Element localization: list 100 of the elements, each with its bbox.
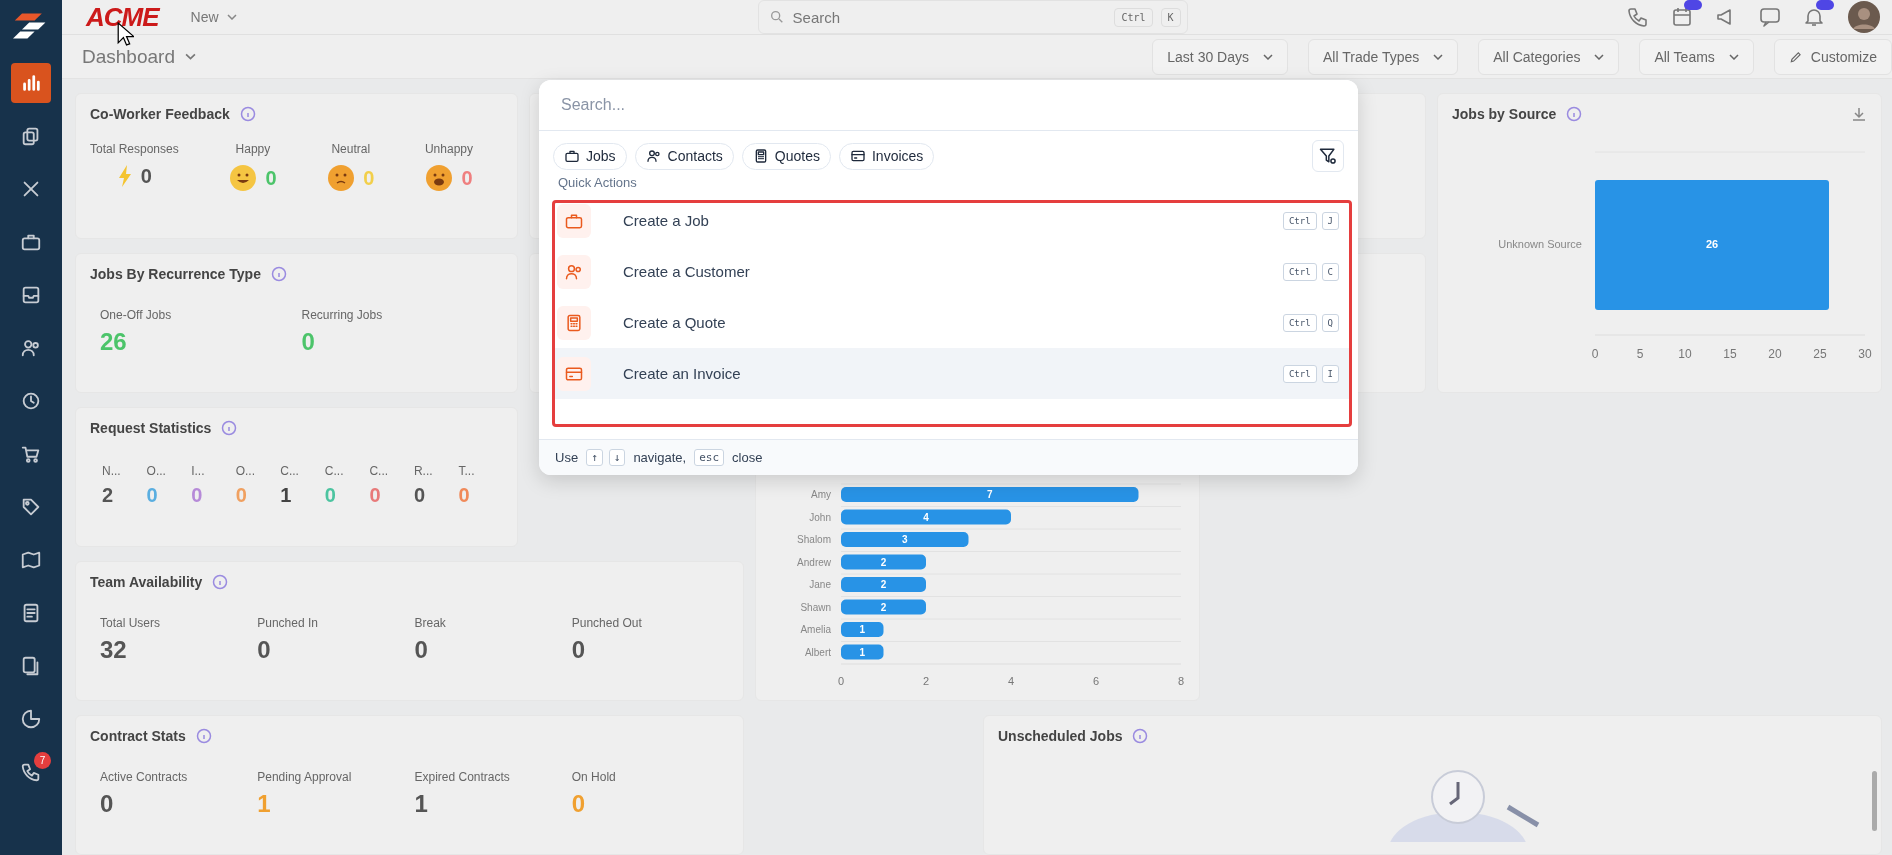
bar[interactable] <box>841 644 884 660</box>
tick-label: 4 <box>1007 675 1015 687</box>
card-title: Team Availability <box>90 574 203 590</box>
bar[interactable] <box>841 577 926 592</box>
data-label: 2 <box>880 579 887 590</box>
quick-action[interactable]: Create an Invoice Ctrl I <box>555 348 1349 399</box>
stat-label: Total Responses <box>90 142 179 156</box>
stat-label: Break <box>414 616 447 630</box>
shortcut-key: Ctrl <box>1282 262 1317 281</box>
users-icon <box>645 148 662 164</box>
filter-settings-button[interactable] <box>1312 140 1344 172</box>
stat-label: C... <box>280 464 300 478</box>
bar[interactable] <box>841 554 926 570</box>
axis-label: Shawn <box>800 601 831 613</box>
tick-label: 5 <box>1636 347 1644 361</box>
tick-label: 2 <box>922 675 930 687</box>
chat-icon[interactable] <box>1758 5 1782 29</box>
tick-label: 15 <box>1723 347 1737 361</box>
bar[interactable] <box>841 532 969 547</box>
stat-label: Pending Approval <box>257 770 353 784</box>
download-icon[interactable] <box>1851 106 1867 122</box>
filter-dropdown[interactable]: Last 30 Days <box>1152 38 1288 75</box>
data-label: 7 <box>986 489 993 500</box>
info-icon[interactable] <box>1132 728 1149 744</box>
users-icon <box>20 337 42 359</box>
info-icon[interactable] <box>239 106 256 122</box>
tick-label: 0 <box>1591 347 1599 361</box>
stat-label: Unhappy <box>424 142 473 156</box>
sidebar-item[interactable]: 7 <box>11 752 51 792</box>
info-icon[interactable] <box>270 266 287 282</box>
info-icon[interactable] <box>1566 106 1583 122</box>
info-icon[interactable] <box>212 574 229 590</box>
customize-button[interactable]: Customize <box>1773 38 1892 75</box>
filter-chip[interactable]: Quotes <box>741 142 831 170</box>
briefcase-icon <box>557 203 591 238</box>
stat-label: N... <box>102 464 122 478</box>
stat-value: 0 <box>146 484 159 507</box>
clock-icon <box>20 390 42 412</box>
data-label: 1 <box>859 646 866 658</box>
stat-label: Happy <box>235 142 271 156</box>
stat-value: 0 <box>265 166 277 190</box>
bar[interactable] <box>841 622 884 637</box>
data-label: 1 <box>859 624 866 635</box>
stat-label: Punched Out <box>571 616 643 630</box>
bar[interactable] <box>841 599 926 615</box>
brand-logo[interactable]: ACME <box>86 1 159 33</box>
stat-value: 0 <box>458 484 471 507</box>
filter-chip[interactable]: Jobs <box>553 142 627 170</box>
tag-icon <box>20 496 42 518</box>
info-icon[interactable] <box>195 728 212 744</box>
quick-action[interactable]: Create a Customer Ctrl C <box>555 246 1349 297</box>
hint-text: close <box>732 450 763 465</box>
filter-chip[interactable]: Invoices <box>838 142 935 170</box>
lightning-icon <box>116 164 133 188</box>
stat-value: 0 <box>257 636 272 664</box>
filter-chip[interactable]: Contacts <box>634 142 734 170</box>
stat-value: 0 <box>140 164 152 188</box>
phone-icon[interactable] <box>1626 5 1650 29</box>
stat-value: 0 <box>369 484 382 507</box>
avatar[interactable] <box>1848 1 1880 33</box>
shortcut-key: Ctrl <box>1282 364 1317 383</box>
calendar-icon[interactable] <box>1670 5 1694 29</box>
search-field[interactable]: Search... <box>539 80 1358 131</box>
stat-value: 26 <box>100 328 128 356</box>
stat-value: 1 <box>414 790 429 818</box>
tick-label: 30 <box>1858 347 1872 361</box>
axis-label: Albert <box>804 646 831 658</box>
tick-label: 25 <box>1813 347 1827 361</box>
stat-label: Active Contracts <box>100 770 189 784</box>
quick-action[interactable]: Create a Job Ctrl J <box>555 203 1349 246</box>
sidebar-item[interactable] <box>11 63 51 103</box>
quick-action[interactable]: Create a Quote Ctrl Q <box>555 297 1349 348</box>
axis-label: Unknown Source <box>1498 238 1582 250</box>
stat-label: Total Users <box>100 616 162 630</box>
chevron-icon <box>1433 53 1444 60</box>
search-field[interactable]: Search Ctrl K <box>757 0 1188 34</box>
shortcut-key: J <box>1321 211 1339 230</box>
shortcut-key: Ctrl <box>1282 211 1317 230</box>
axis-label: Jane <box>809 579 831 590</box>
stat-value: 0 <box>324 484 337 507</box>
shortcut-key: C <box>1321 262 1339 281</box>
stat-label: One-Off Jobs <box>100 308 173 322</box>
stat-value: 0 <box>414 636 429 664</box>
filter-dropdown[interactable]: All Teams <box>1639 38 1754 75</box>
notification-badge <box>1684 0 1702 10</box>
card-title: Co-Worker Feedback <box>90 106 230 122</box>
stat-label: T... <box>458 464 476 478</box>
stat-label: C... <box>369 464 390 478</box>
filter-dropdown[interactable]: All Trade Types <box>1308 38 1459 75</box>
inbox-icon <box>20 284 42 306</box>
filter-dropdown[interactable]: All Categories <box>1478 38 1620 75</box>
pie-chart-icon <box>20 708 42 730</box>
info-icon[interactable] <box>221 420 238 436</box>
stat-value: 0 <box>571 790 587 818</box>
stat-value: 0 <box>100 790 115 818</box>
axis-label: Andrew <box>797 556 831 568</box>
dashboard-menu[interactable]: Dashboard <box>76 44 202 69</box>
scrollbar[interactable] <box>1872 771 1877 831</box>
emoji-icon <box>425 164 454 192</box>
new-menu[interactable]: New <box>184 8 243 26</box>
